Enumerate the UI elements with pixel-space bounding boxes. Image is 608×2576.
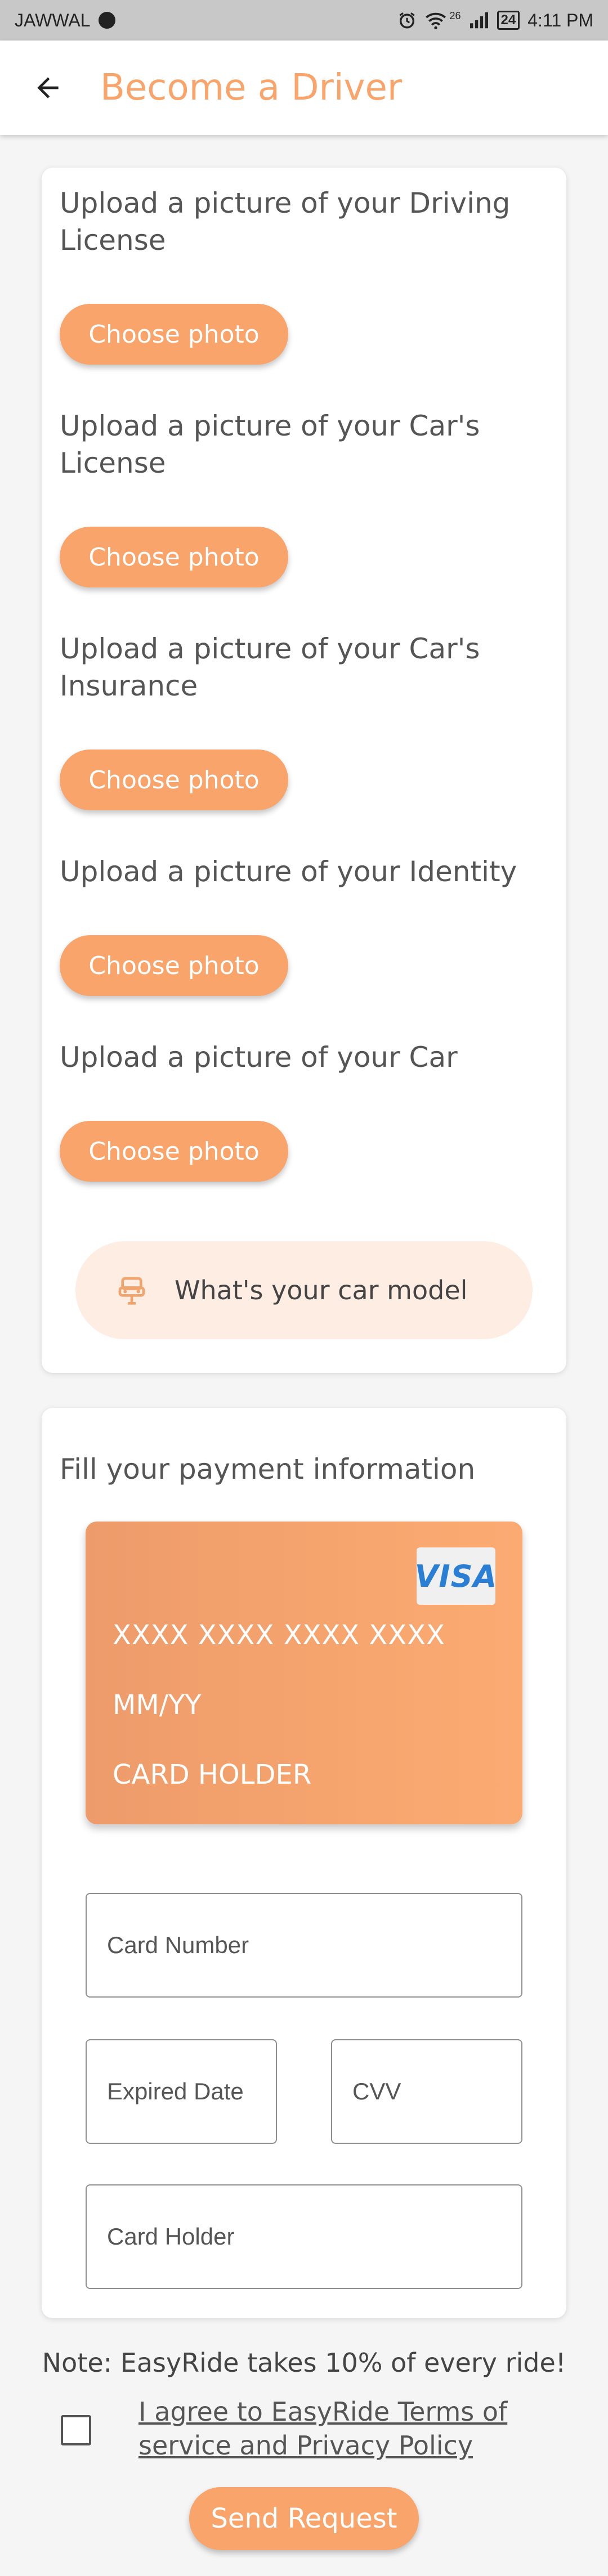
visa-logo: VISA	[415, 1547, 497, 1605]
network-label: 26	[449, 10, 461, 21]
terms-link[interactable]: I agree to EasyRide Terms of service and…	[138, 2395, 566, 2462]
terms-agreement-row: I agree to EasyRide Terms of service and…	[61, 2395, 567, 2468]
card-number-field[interactable]	[86, 1893, 522, 1998]
choose-photo-button-car[interactable]: Choose photo	[60, 1121, 288, 1182]
cvv-field[interactable]	[331, 2039, 522, 2144]
status-left: JAWWAL	[15, 10, 115, 31]
commission-note: Note: EasyRide takes 10% of every ride!	[42, 2348, 566, 2378]
upload-label-car-insurance: Upload a picture of your Car's Insurance	[60, 632, 480, 702]
document-upload-card: Upload a picture of your Driving License…	[42, 168, 566, 1373]
card-holder-input[interactable]	[107, 2223, 521, 2250]
car-model-label: What's your car model	[175, 1275, 468, 1305]
card-number-input[interactable]	[107, 1932, 521, 1959]
battery-icon: 24	[497, 11, 520, 30]
signal-icon	[469, 11, 489, 29]
upload-label-driving-license: Upload a picture of your Driving License	[60, 187, 511, 257]
choose-photo-button-driving-license[interactable]: Choose photo	[60, 304, 288, 365]
status-bar: JAWWAL 26 24 4:11 PM	[0, 0, 608, 41]
choose-photo-button-car-license[interactable]: Choose photo	[60, 527, 288, 587]
back-button[interactable]	[23, 62, 73, 113]
arrow-left-icon	[37, 77, 59, 98]
payment-title: Fill your payment information	[60, 1453, 476, 1486]
alarm-icon	[397, 11, 417, 30]
card-holder-field[interactable]	[86, 2184, 522, 2289]
car-model-button[interactable]: What's your car model	[75, 1241, 533, 1339]
choose-photo-button-car-insurance[interactable]: Choose photo	[60, 750, 288, 810]
upload-label-car: Upload a picture of your Car	[60, 1041, 458, 1074]
cvv-input[interactable]	[352, 2078, 521, 2105]
card-holder-preview: CARD HOLDER	[113, 1759, 312, 1790]
clock: 4:11 PM	[527, 10, 593, 30]
upload-label-identity: Upload a picture of your Identity	[60, 855, 517, 888]
terms-checkbox[interactable]	[61, 2415, 91, 2445]
payment-card: Fill your payment information VISA XXXX …	[42, 1408, 566, 2318]
page-title: Become a Driver	[100, 67, 403, 109]
app-bar: Become a Driver	[0, 41, 608, 135]
expired-date-field[interactable]	[86, 2039, 277, 2144]
card-expiry-preview: MM/YY	[113, 1689, 202, 1721]
carrier-name: JAWWAL	[15, 10, 91, 30]
carrier-indicator-icon	[98, 12, 115, 29]
send-request-button[interactable]: Send Request	[189, 2487, 419, 2550]
car-seat-icon	[118, 1277, 145, 1305]
wifi-icon	[424, 11, 447, 30]
card-number-preview: XXXX XXXX XXXX XXXX	[113, 1619, 445, 1651]
expired-date-input[interactable]	[107, 2078, 276, 2105]
status-right: 26 24 4:11 PM	[397, 10, 593, 31]
upload-label-car-license: Upload a picture of your Car's License	[60, 410, 480, 479]
choose-photo-button-identity[interactable]: Choose photo	[60, 935, 288, 996]
credit-card-preview: VISA XXXX XXXX XXXX XXXX MM/YY CARD HOLD…	[86, 1522, 522, 1824]
